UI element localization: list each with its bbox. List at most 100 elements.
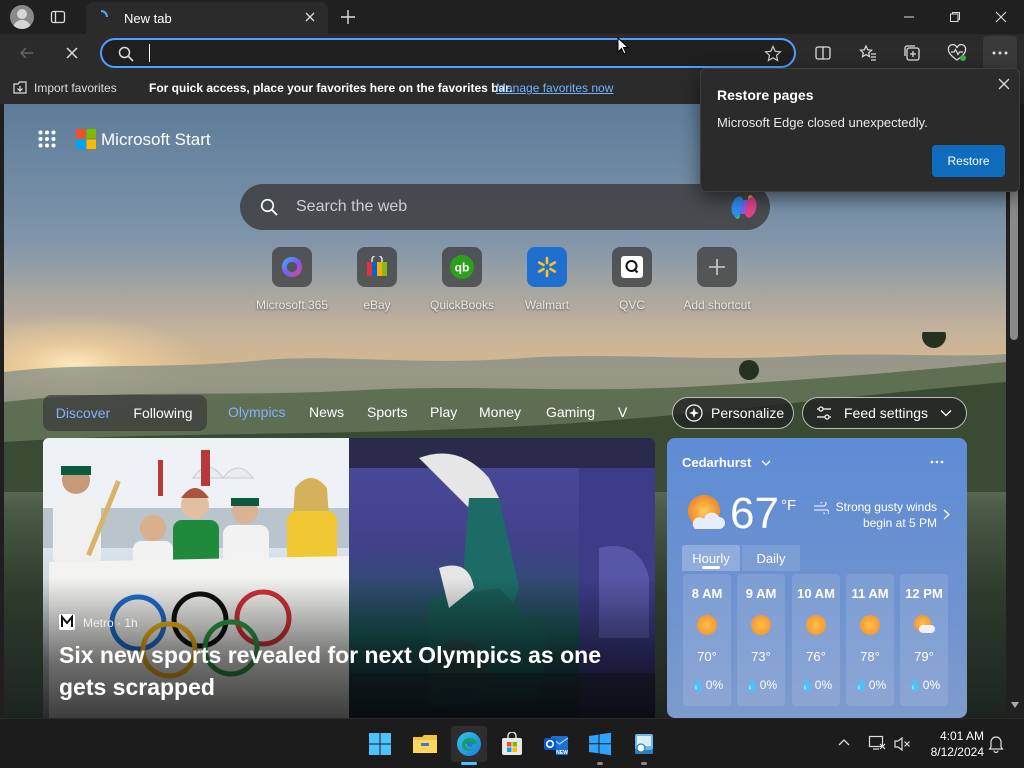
close-window-button[interactable] — [978, 0, 1024, 34]
stop-loading-button[interactable] — [55, 36, 89, 70]
sun-icon — [751, 615, 771, 635]
microsoft-start-brand[interactable]: Microsoft Start — [101, 130, 211, 150]
web-search-box[interactable]: Search the web — [240, 184, 770, 230]
favorite-star-icon[interactable] — [764, 45, 782, 63]
news-source[interactable]: Metro · 1h — [83, 616, 138, 630]
microsoft-logo-icon — [76, 129, 96, 149]
address-bar[interactable] — [100, 38, 796, 68]
minimize-button[interactable] — [886, 0, 932, 34]
shortcut-ebay[interactable]: eBay — [332, 247, 422, 312]
tab-loading-icon — [94, 10, 108, 24]
edge-active-indicator — [461, 762, 477, 765]
tab-hourly-indicator — [702, 566, 720, 569]
hour-time: 9 AM — [745, 586, 777, 601]
shortcut-microsoft-365[interactable]: Microsoft 365 — [247, 247, 337, 312]
svg-text:NEW: NEW — [556, 750, 568, 756]
chevron-down-icon[interactable] — [761, 460, 771, 467]
shortcut-label: eBay — [363, 298, 391, 312]
more-options-icon[interactable] — [930, 460, 944, 464]
nav-play[interactable]: Play — [430, 404, 457, 420]
news-card[interactable]: Metro · 1h Six new sports revealed for n… — [43, 438, 655, 718]
browser-essentials-button[interactable] — [940, 36, 974, 70]
app-launcher-icon[interactable] — [38, 130, 56, 148]
hourly-forecast-item[interactable]: 12 PM 79° 💧0% — [900, 574, 948, 706]
hourly-forecast-item[interactable]: 9 AM 73° 💧0% — [737, 574, 785, 706]
close-tab-icon[interactable] — [304, 11, 316, 23]
notifications-bell-icon[interactable] — [988, 735, 1004, 753]
nav-gaming[interactable]: Gaming — [546, 404, 595, 420]
new-tab-button[interactable] — [340, 9, 356, 25]
collections-button[interactable] — [895, 36, 929, 70]
hour-precip-row: 💧0% — [683, 678, 731, 692]
shortcut-label: Add shortcut — [683, 298, 751, 312]
hour-time: 10 AM — [797, 586, 835, 601]
personalize-button[interactable]: Personalize — [672, 397, 794, 429]
back-button[interactable] — [10, 36, 44, 70]
start-button[interactable] — [362, 726, 398, 762]
droplet-icon: 💧 — [744, 678, 760, 692]
hour-precip: 0% — [705, 678, 724, 692]
manage-favorites-link[interactable]: Manage favorites now — [496, 81, 613, 95]
shortcut-add[interactable]: Add shortcut — [672, 247, 762, 312]
temperature-unit[interactable]: °F — [781, 497, 796, 514]
droplet-icon: 💧 — [799, 678, 815, 692]
personalize-label: Personalize — [711, 405, 785, 421]
media-app-running-indicator — [641, 762, 647, 765]
tab-new-tab[interactable]: New tab — [86, 2, 328, 34]
volume-muted-icon[interactable] — [893, 736, 911, 752]
file-explorer-icon[interactable] — [407, 726, 443, 762]
tab-actions-icon[interactable] — [50, 9, 66, 25]
feed-settings-label: Feed settings — [844, 405, 929, 421]
following-tab[interactable]: Following — [123, 399, 203, 427]
copilot-icon[interactable] — [728, 192, 760, 222]
settings-and-more-button[interactable] — [983, 36, 1017, 70]
close-icon[interactable] — [998, 78, 1010, 90]
hour-temp: 70° — [697, 649, 717, 664]
hour-temp: 78° — [860, 649, 880, 664]
discover-tab[interactable]: Discover — [47, 399, 119, 427]
chevron-right-icon[interactable] — [943, 509, 950, 520]
microsoft-store-icon[interactable] — [494, 726, 530, 762]
scroll-down-icon[interactable] — [1011, 702, 1019, 708]
edge-taskbar-icon[interactable] — [451, 726, 487, 762]
nav-v-partial[interactable]: V — [618, 404, 627, 420]
profile-avatar[interactable] — [10, 5, 34, 29]
nav-money[interactable]: Money — [479, 404, 521, 420]
restore-button[interactable]: Restore — [932, 145, 1005, 177]
nav-sports[interactable]: Sports — [367, 404, 407, 420]
outlook-new-icon[interactable]: NEW — [538, 726, 574, 762]
windows-app-icon[interactable] — [582, 726, 618, 762]
hour-temp: 79° — [914, 649, 934, 664]
media-app-icon[interactable] — [626, 726, 662, 762]
nav-olympics[interactable]: Olympics — [228, 404, 286, 420]
weather-location[interactable]: Cedarhurst — [682, 455, 751, 470]
show-hidden-icons[interactable] — [838, 738, 850, 746]
shortcut-qvc[interactable]: QVC — [587, 247, 677, 312]
hourly-forecast-item[interactable]: 11 AM 78° 💧0% — [846, 574, 894, 706]
hour-precip: 0% — [759, 678, 778, 692]
partly-cloudy-icon — [683, 493, 727, 533]
nav-news[interactable]: News — [309, 404, 344, 420]
hour-precip: 0% — [814, 678, 833, 692]
network-icon[interactable] — [868, 735, 886, 751]
news-headline[interactable]: Six new sports revealed for next Olympic… — [59, 639, 639, 703]
weather-alert[interactable]: Strong gusty winds begin at 5 PM — [817, 499, 937, 531]
sun-icon — [806, 615, 826, 635]
feed-settings-button[interactable]: Feed settings — [802, 397, 967, 429]
droplet-icon: 💧 — [853, 678, 869, 692]
import-favorites-link[interactable]: Import favorites — [34, 81, 117, 95]
split-screen-button[interactable] — [806, 36, 840, 70]
chevron-down-icon — [940, 409, 952, 417]
following-label: Following — [133, 405, 193, 421]
restore-window-button[interactable] — [932, 0, 978, 34]
hourly-forecast-item[interactable]: 10 AM 76° 💧0% — [792, 574, 840, 706]
shortcut-walmart[interactable]: Walmart — [502, 247, 592, 312]
tab-daily[interactable]: Daily — [742, 545, 800, 571]
shortcut-label: Walmart — [524, 298, 570, 312]
shortcut-label: Microsoft 365 — [255, 298, 329, 312]
hourly-forecast-item[interactable]: 8 AM 70° 💧0% — [683, 574, 731, 706]
shortcut-quickbooks[interactable]: qb QuickBooks — [417, 247, 507, 312]
clock[interactable]: 4:01 AM 8/12/2024 — [918, 728, 984, 760]
address-input[interactable] — [148, 44, 748, 62]
favorites-button[interactable] — [851, 36, 885, 70]
